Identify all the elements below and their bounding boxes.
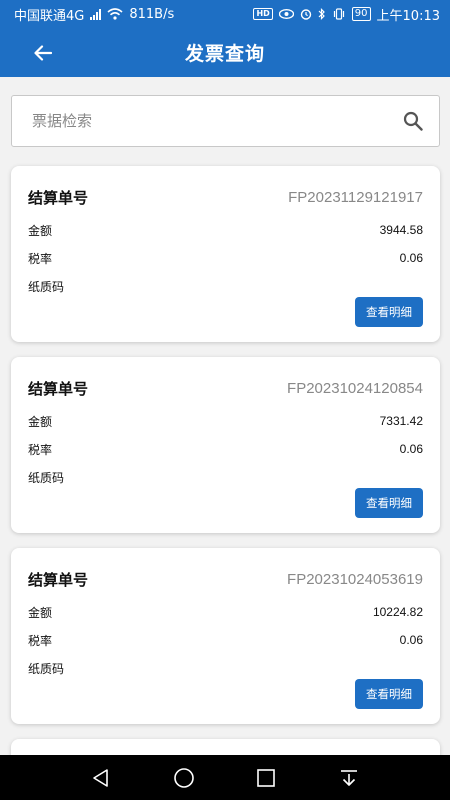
- app-bar: 发票查询: [0, 28, 450, 77]
- search-icon: [403, 111, 423, 131]
- amount-row: 金额 10224.82: [11, 598, 440, 626]
- back-button[interactable]: [28, 38, 58, 68]
- tax-value: 0.06: [399, 442, 423, 456]
- status-bar: 中国联通4G 811B/s HD 90 上午10:13: [0, 0, 450, 28]
- search-input[interactable]: [12, 96, 387, 146]
- tax-row: 税率 0.06: [11, 626, 440, 654]
- tax-value: 0.06: [399, 251, 423, 265]
- invoice-card: 结算单号 FP20231129121917 金额 3944.58 税率 0.06 纸…: [11, 166, 440, 342]
- network-speed: 811B/s: [129, 6, 175, 22]
- system-navigation-bar: [0, 755, 450, 800]
- nav-recents-icon: [257, 768, 276, 787]
- amount-value: 10224.82: [372, 605, 423, 619]
- amount-value: 3944.58: [379, 223, 423, 237]
- back-arrow-icon: [34, 45, 52, 61]
- hd-icon: HD: [253, 8, 273, 20]
- nav-back-icon: [93, 768, 109, 787]
- invoice-number: FP20231024053619: [287, 570, 423, 588]
- amount-row: 金额 3944.58: [11, 216, 440, 244]
- invoice-number-label: 结算单号: [28, 570, 89, 589]
- paper-code-row: 纸质码: [11, 272, 440, 300]
- paper-code-row: 纸质码: [11, 463, 440, 491]
- nav-recents-button[interactable]: [248, 760, 284, 796]
- amount-label: 金额: [28, 414, 53, 429]
- view-detail-button[interactable]: 查看明细: [355, 297, 423, 327]
- paper-code-row: 纸质码: [11, 654, 440, 682]
- tax-label: 税率: [28, 442, 53, 457]
- carrier-text: 中国联通4G: [14, 8, 85, 24]
- page-title: 发票查询: [184, 43, 265, 65]
- signal-icon: [90, 8, 102, 20]
- invoice-number: FP20231129121917: [288, 188, 423, 206]
- amount-label: 金额: [28, 605, 53, 620]
- invoice-card: 结算单号 FP20231024053619 金额 10224.82 税率 0.06 …: [11, 548, 440, 724]
- search-button[interactable]: [387, 96, 439, 146]
- tax-row: 税率 0.06: [11, 244, 440, 272]
- tax-value: 0.06: [399, 633, 423, 647]
- bluetooth-icon: [318, 8, 325, 20]
- amount-row: 金额 7331.42: [11, 407, 440, 435]
- paper-code-label: 纸质码: [28, 661, 65, 676]
- vibrate-icon: [333, 8, 344, 20]
- nav-notification-button[interactable]: [331, 760, 367, 796]
- paper-code-label: 纸质码: [28, 279, 65, 294]
- search-box: [11, 95, 440, 147]
- view-detail-button[interactable]: 查看明细: [355, 488, 423, 518]
- nav-notification-icon: [340, 769, 357, 786]
- nav-home-button[interactable]: [166, 760, 202, 796]
- battery-icon: 90: [351, 7, 371, 21]
- eye-icon: [278, 9, 294, 19]
- view-detail-button[interactable]: 查看明细: [355, 679, 423, 709]
- tax-row: 税率 0.06: [11, 435, 440, 463]
- paper-code-label: 纸质码: [28, 470, 65, 485]
- wifi-icon: [107, 8, 123, 20]
- tax-label: 税率: [28, 251, 53, 266]
- amount-value: 7331.42: [379, 414, 423, 428]
- invoice-card: 结算单号 FP20231024120854 金额 7331.42 税率 0.06 纸…: [11, 357, 440, 533]
- header: 中国联通4G 811B/s HD 90 上午10:13 发票查询: [0, 0, 450, 77]
- clock-text: 上午10:13: [376, 8, 440, 24]
- invoice-number-label: 结算单号: [28, 188, 89, 207]
- nav-back-button[interactable]: [83, 760, 119, 796]
- invoice-number: FP20231024120854: [287, 379, 423, 397]
- alarm-icon: [300, 9, 311, 20]
- amount-label: 金额: [28, 223, 53, 238]
- invoice-number-label: 结算单号: [28, 379, 89, 398]
- tax-label: 税率: [28, 633, 53, 648]
- nav-home-icon: [173, 767, 194, 788]
